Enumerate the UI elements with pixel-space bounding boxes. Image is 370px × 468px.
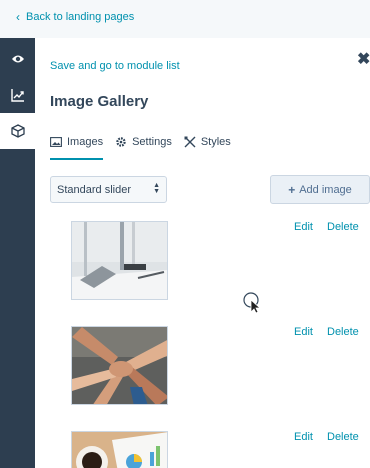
edit-image-3-link[interactable]: Edit [294,431,313,443]
rail-item-preview[interactable] [0,41,35,77]
select-caret-icon: ▲ ▼ [153,182,160,195]
tab-settings-label: Settings [132,136,172,148]
edit-image-2-link[interactable]: Edit [294,326,313,338]
module-title: Image Gallery [50,93,149,110]
tab-images[interactable]: Images [50,132,104,160]
tab-styles[interactable]: Styles [184,132,231,152]
image-thumbnail-laptop[interactable] [71,221,168,300]
back-link-label: Back to landing pages [26,11,135,23]
mouse-cursor-icon [243,292,262,319]
delete-image-1-link[interactable]: Delete [327,221,359,233]
rail-item-optimize[interactable] [0,77,35,113]
eye-icon [11,55,24,63]
tab-images-label: Images [67,136,104,148]
delete-image-3-link[interactable]: Delete [327,431,359,443]
tab-styles-label: Styles [200,136,231,148]
add-image-label: Add image [299,183,352,196]
image-thumbnail-coffee[interactable] [71,431,168,468]
add-image-button[interactable]: + Add image [270,175,370,204]
chevron-left-icon: ‹ [16,10,20,24]
module-icon [10,124,25,138]
delete-image-2-link[interactable]: Delete [327,326,359,338]
gear-icon [116,137,126,147]
display-mode-value: Standard slider [57,183,131,196]
image-icon [50,137,62,147]
rail-item-modules[interactable] [0,113,35,149]
top-bar: ‹ Back to landing pages [0,0,370,38]
chart-icon [10,89,24,102]
save-and-go-to-module-list-link[interactable]: Save and go to module list [50,60,180,72]
edit-image-1-link[interactable]: Edit [294,221,313,233]
editor-tabs: Images Settings Styles [50,132,231,162]
display-mode-select[interactable]: Standard slider ▲ ▼ [50,176,167,203]
brush-icon [184,136,196,148]
plus-icon: + [288,182,296,197]
image-thumbnail-hands[interactable] [71,326,168,405]
back-to-landing-pages-link[interactable]: ‹ Back to landing pages [16,11,134,23]
left-rail [0,38,35,468]
tab-settings[interactable]: Settings [115,132,172,152]
close-icon[interactable]: ✖ [357,52,370,68]
